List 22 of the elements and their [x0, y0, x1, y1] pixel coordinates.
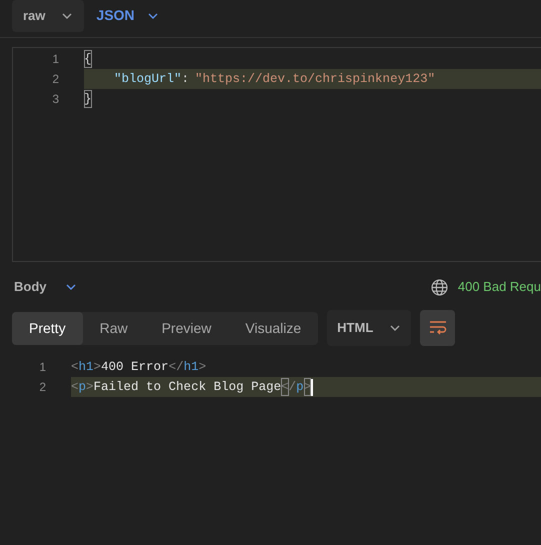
- response-tab[interactable]: Raw: [82, 312, 145, 344]
- response-tab[interactable]: Preview: [144, 312, 228, 344]
- line-number: 2: [51, 71, 59, 88]
- response-tab[interactable]: Pretty: [12, 312, 83, 344]
- line-number: 1: [51, 51, 59, 68]
- mode-dropdown[interactable]: raw: [12, 0, 84, 32]
- line-number: 3: [51, 91, 59, 108]
- language-dropdown[interactable]: JSON: [92, 0, 163, 32]
- code-editor[interactable]: 1 { 2 "blogUrl": "https://dev.to/chrispinkney123" 3 }: [12, 47, 541, 262]
- globe-icon: [430, 278, 448, 296]
- status-text: 400 Bad Requ: [458, 278, 541, 296]
- code-line: {: [84, 49, 541, 69]
- line-number: 2: [38, 379, 46, 396]
- response-tab[interactable]: Visualize: [228, 312, 318, 344]
- code-line: <h1>400 Error</h1>: [71, 358, 208, 376]
- wrap-lines-icon: [428, 320, 448, 336]
- text-cursor: [311, 378, 314, 396]
- body-dropdown[interactable]: Body: [14, 277, 76, 297]
- format-dropdown[interactable]: HTML: [327, 310, 412, 346]
- wrap-lines-button[interactable]: [420, 310, 456, 346]
- line-number: 1: [38, 359, 46, 376]
- code-line: }: [84, 89, 541, 109]
